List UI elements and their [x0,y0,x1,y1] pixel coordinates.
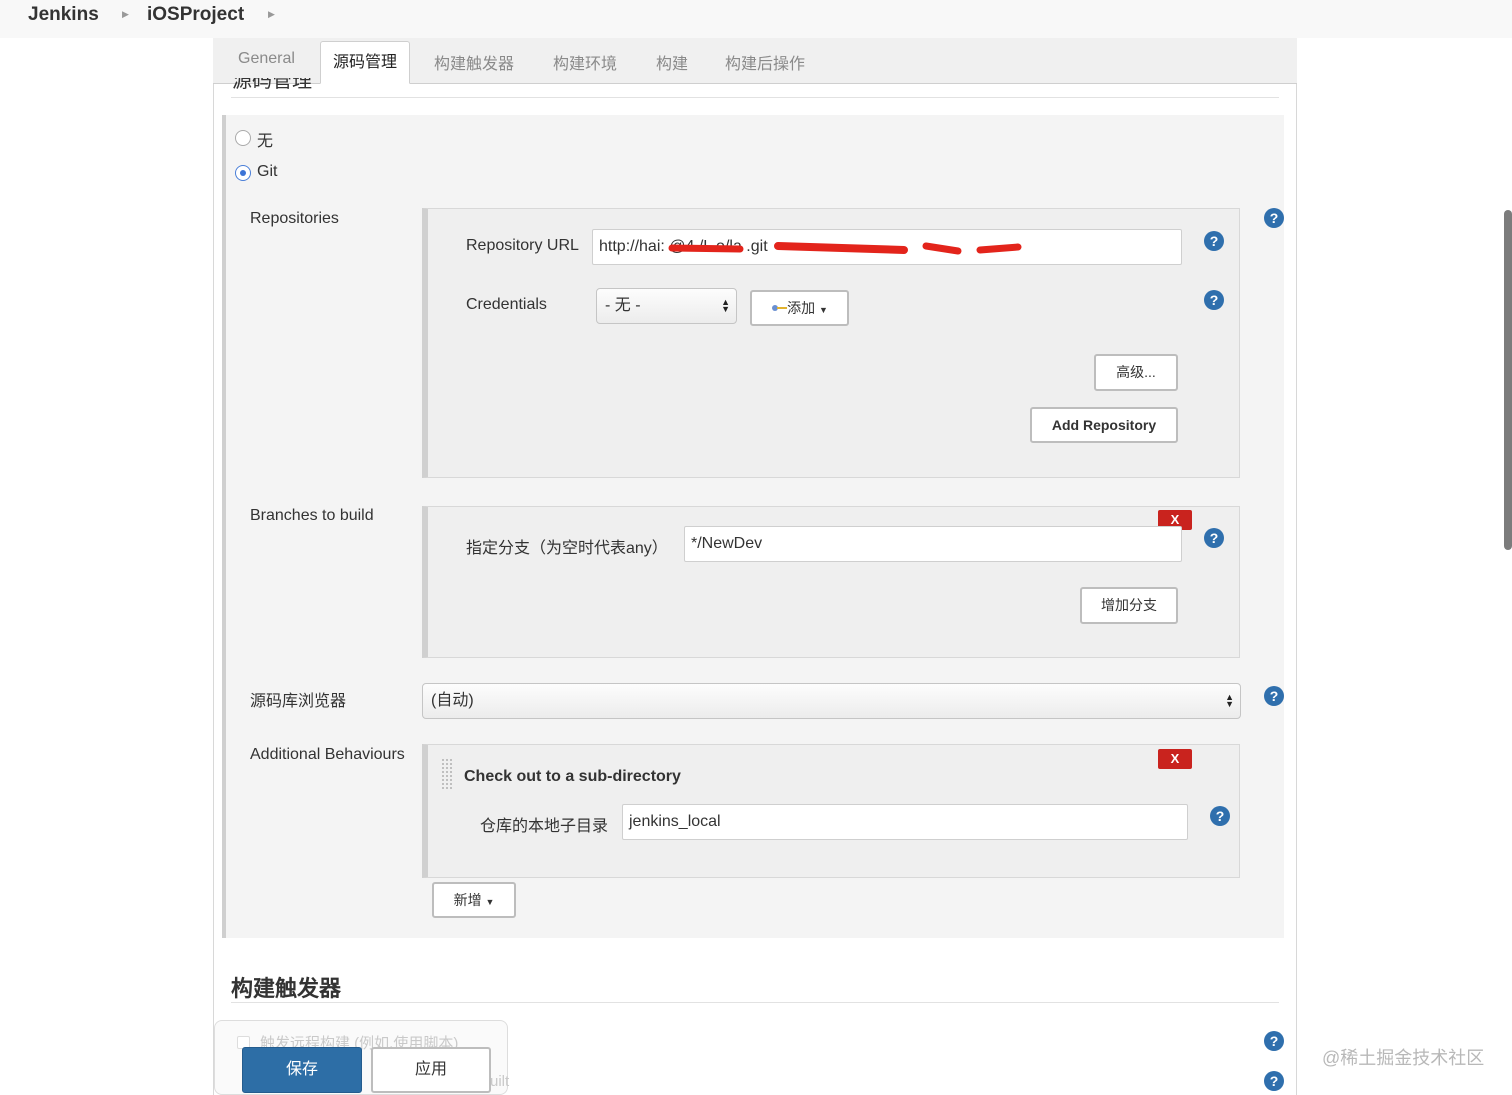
scm-none-label: 无 [257,133,274,150]
advanced-button[interactable]: 高级... [1094,354,1178,391]
add-branch-button[interactable]: 增加分支 [1080,587,1178,624]
repositories-label: Repositories [250,210,339,227]
section-divider [231,1002,1279,1003]
repositories-help-icon[interactable]: ? [1264,208,1284,228]
repo-browser-label: 源码库浏览器 [250,693,347,710]
local-subdir-value: jenkins_local [629,813,721,830]
add-behaviour-button[interactable]: 新增 ▼ [432,882,516,918]
select-arrows-icon: ▲ ▼ [721,297,730,314]
select-arrows-icon: ▲ ▼ [1225,692,1234,709]
faded-text: uilt [490,1073,510,1090]
repo-browser-selected: (自动) [431,692,474,709]
tab-build-environment[interactable]: 构建环境 [553,50,617,74]
delete-behaviour-button[interactable]: X [1158,749,1192,769]
scm-none-radio[interactable] [235,130,251,146]
breadcrumb-menu-icon[interactable]: ▶ [268,9,275,20]
dropdown-caret-icon: ▼ [818,305,828,315]
scm-git-label: Git [257,163,278,180]
credentials-select[interactable]: - 无 - ▲ ▼ [596,288,737,324]
redaction-marks [668,242,1022,255]
section-divider [231,97,1279,98]
tab-build-triggers[interactable]: 构建触发器 [434,50,514,74]
watermark: @稀土掘金技术社区 [1322,1048,1485,1068]
drag-handle-icon[interactable] [441,758,453,790]
tab-build[interactable]: 构建 [656,50,688,74]
branch-specifier-value: */NewDev [691,535,763,552]
add-credentials-label: 添加 [787,300,816,316]
breadcrumb-project[interactable]: iOSProject [147,4,244,26]
add-behaviour-label: 新增 [453,892,482,908]
repo-browser-help-icon[interactable]: ? [1264,686,1284,706]
scrollbar[interactable] [1504,210,1512,550]
save-button[interactable]: 保存 [242,1047,362,1093]
tab-general[interactable]: General [238,50,295,68]
branch-help-icon[interactable]: ? [1204,528,1224,548]
trigger-help-icon[interactable]: ? [1264,1031,1284,1051]
apply-button[interactable]: 应用 [371,1047,491,1093]
add-repository-button[interactable]: Add Repository [1030,407,1178,443]
build-triggers-title: 构建触发器 [231,976,342,1001]
branches-label: Branches to build [250,507,374,524]
breadcrumb-jenkins[interactable]: Jenkins [28,4,99,26]
tab-post-build[interactable]: 构建后操作 [725,50,805,74]
branch-specifier-input[interactable]: */NewDev [684,526,1182,562]
credentials-label: Credentials [466,296,547,313]
behaviours-label: Additional Behaviours [250,746,405,763]
credentials-selected: - 无 - [605,297,641,314]
dropdown-caret-icon: ▼ [485,897,495,907]
repository-url-help-icon[interactable]: ? [1204,231,1224,251]
breadcrumb-separator-icon: ▶ [122,9,129,19]
local-subdir-input[interactable]: jenkins_local [622,804,1188,840]
credentials-help-icon[interactable]: ? [1204,290,1224,310]
tab-scm[interactable]: 源码管理 [320,41,410,84]
repo-browser-select[interactable]: (自动) ▲ ▼ [422,683,1241,719]
scm-section-title: 源码管理 [232,78,312,90]
key-icon [771,291,788,311]
branch-specifier-label: 指定分支（为空时代表any） [466,540,668,557]
scm-git-radio[interactable] [235,165,251,181]
trigger-help-icon-2[interactable]: ? [1264,1071,1284,1091]
local-subdir-label: 仓库的本地子目录 [480,818,609,835]
repository-url-label: Repository URL [466,237,579,254]
add-credentials-button[interactable]: 添加 ▼ [750,290,849,326]
local-subdir-help-icon[interactable]: ? [1210,806,1230,826]
behaviour-title: Check out to a sub-directory [464,768,681,785]
